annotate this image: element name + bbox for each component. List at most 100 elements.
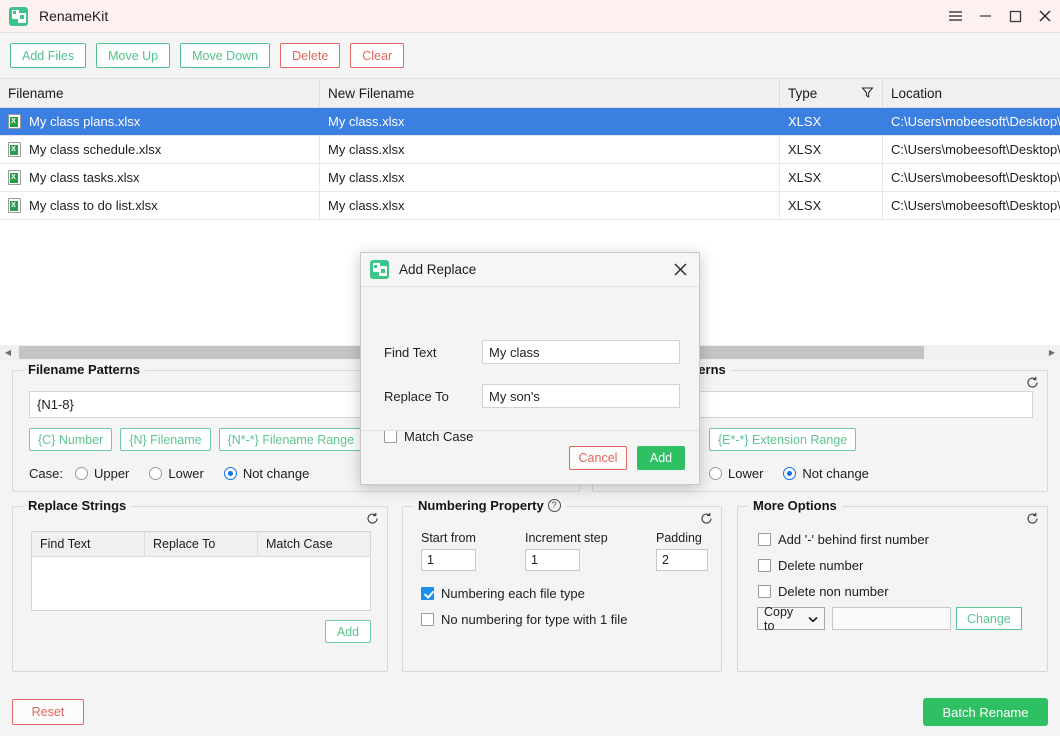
increment-step-input[interactable]: 1 <box>525 549 580 571</box>
replace-col-match-case: Match Case <box>258 532 370 556</box>
find-text-input[interactable]: My class <box>482 340 680 364</box>
no-numbering-single-file-checkbox[interactable] <box>421 613 434 626</box>
add-replace-dialog: Add Replace Find Text My class Replace T… <box>360 252 700 485</box>
filename-case-upper-label: Upper <box>94 466 129 481</box>
copy-to-select[interactable]: Copy to <box>757 607 825 630</box>
replace-strings-group: Replace Strings Find Text Replace To Mat… <box>12 506 388 672</box>
filename-case-notchange-radio[interactable] <box>224 467 237 480</box>
table-row[interactable]: XMy class to do list.xlsxMy class.xlsxXL… <box>0 192 1060 220</box>
app-logo-icon <box>9 7 28 26</box>
table-row[interactable]: XMy class tasks.xlsxMy class.xlsxXLSXC:\… <box>0 164 1060 192</box>
delete-button[interactable]: Delete <box>280 43 340 68</box>
copy-to-path-input[interactable] <box>832 607 951 630</box>
numbering-property-title: Numbering Property ? <box>413 498 566 513</box>
add-dash-behind-first-number-checkbox[interactable] <box>758 533 771 546</box>
extension-case-notchange-radio[interactable] <box>783 467 796 480</box>
reset-button[interactable]: Reset <box>12 699 84 725</box>
find-text-label: Find Text <box>384 345 437 360</box>
replace-to-label: Replace To <box>384 389 449 404</box>
dialog-title: Add Replace <box>399 262 476 277</box>
filter-icon[interactable] <box>861 86 874 102</box>
numbering-each-file-type-row[interactable]: Numbering each file type <box>421 586 585 601</box>
excel-file-icon: X <box>8 114 21 129</box>
cell-filename-text: My class plans.xlsx <box>29 114 140 129</box>
cell-type: XLSX <box>780 192 883 219</box>
table-row[interactable]: XMy class schedule.xlsxMy class.xlsxXLSX… <box>0 136 1060 164</box>
cell-filename-text: My class schedule.xlsx <box>29 142 161 157</box>
numbering-each-file-type-checkbox[interactable] <box>421 587 434 600</box>
replace-to-input[interactable]: My son's <box>482 384 680 408</box>
pattern-button-filename-range[interactable]: {N*-*} Filename Range <box>219 428 363 451</box>
maximize-icon[interactable] <box>1000 0 1030 33</box>
scroll-left-icon[interactable]: ◀ <box>0 348 16 357</box>
add-dash-behind-first-number-label: Add '-' behind first number <box>778 532 929 547</box>
cell-filename: X My class plans.xlsx <box>0 108 320 135</box>
delete-non-number-checkbox[interactable] <box>758 585 771 598</box>
move-up-button[interactable]: Move Up <box>96 43 170 68</box>
start-from-input[interactable]: 1 <box>421 549 476 571</box>
cell-filename: XMy class tasks.xlsx <box>0 164 320 191</box>
filename-case-row: Case: Upper Lower Not change <box>29 466 329 481</box>
pattern-button-filename[interactable]: {N} Filename <box>120 428 210 451</box>
replace-strings-add-button[interactable]: Add <box>325 620 371 643</box>
no-numbering-single-file-row[interactable]: No numbering for type with 1 file <box>421 612 627 627</box>
increment-step-label: Increment step <box>525 531 608 545</box>
replace-strings-title: Replace Strings <box>23 498 131 513</box>
column-header-filename[interactable]: Filename <box>0 79 320 107</box>
padding-label: Padding <box>656 531 702 545</box>
cell-location: C:\Users\mobeesoft\Desktop\ <box>883 192 1060 219</box>
numbering-property-group: Numbering Property ? Start from 1 Increm… <box>402 506 722 672</box>
filename-case-lower-radio[interactable] <box>149 467 162 480</box>
minimize-icon[interactable] <box>970 0 1000 33</box>
extension-case-row: Lower Not change <box>709 466 889 481</box>
table-row[interactable]: XMy class plans.xlsxMy class.xlsxXLSXC:\… <box>0 108 1060 136</box>
add-dash-behind-first-number-row[interactable]: Add '-' behind first number <box>758 532 929 547</box>
excel-file-icon: X <box>8 142 21 157</box>
menu-icon[interactable] <box>940 0 970 33</box>
cell-location: C:\Users\mobeesoft\Desktop\ <box>883 108 1060 135</box>
filename-case-upper-radio[interactable] <box>75 467 88 480</box>
more-options-group: More Options Add '-' behind first number… <box>737 506 1048 672</box>
dialog-cancel-button[interactable]: Cancel <box>569 446 627 470</box>
numbering-property-title-text: Numbering Property <box>418 498 544 513</box>
extension-case-lower-radio[interactable] <box>709 467 722 480</box>
app-title: RenameKit <box>39 8 108 24</box>
close-icon[interactable] <box>1030 0 1060 33</box>
dialog-app-icon <box>370 260 389 279</box>
filename-pattern-buttons: {C} Number {N} Filename {N*-*} Filename … <box>29 428 399 451</box>
dialog-title-bar: Add Replace <box>361 253 699 287</box>
scroll-right-icon[interactable]: ▶ <box>1044 348 1060 357</box>
column-header-location[interactable]: Location <box>883 79 1060 107</box>
pattern-button-number[interactable]: {C} Number <box>29 428 112 451</box>
help-icon[interactable]: ? <box>548 499 561 512</box>
add-files-button[interactable]: Add Files <box>10 43 86 68</box>
toolbar: Add Files Move Up Move Down Delete Clear <box>0 33 1060 79</box>
replace-strings-reset-icon[interactable] <box>366 512 379 528</box>
replace-strings-table-header: Find Text Replace To Match Case <box>32 532 370 557</box>
no-numbering-single-file-label: No numbering for type with 1 file <box>441 612 627 627</box>
more-options-reset-icon[interactable] <box>1026 512 1039 528</box>
move-down-button[interactable]: Move Down <box>180 43 270 68</box>
clear-button[interactable]: Clear <box>350 43 404 68</box>
dialog-close-icon[interactable] <box>667 257 693 283</box>
replace-strings-table[interactable]: Find Text Replace To Match Case <box>31 531 371 611</box>
cell-location: C:\Users\mobeesoft\Desktop\ <box>883 136 1060 163</box>
numbering-property-reset-icon[interactable] <box>700 512 713 528</box>
delete-number-row[interactable]: Delete number <box>758 558 863 573</box>
numbering-each-file-type-label: Numbering each file type <box>441 586 585 601</box>
cell-filename: X My class schedule.xlsx <box>0 136 320 163</box>
change-button[interactable]: Change <box>956 607 1022 630</box>
padding-input[interactable]: 2 <box>656 549 708 571</box>
delete-non-number-row[interactable]: Delete non number <box>758 584 889 599</box>
column-header-new-filename[interactable]: New Filename <box>320 79 780 107</box>
pattern-button-extension-range[interactable]: {E*-*} Extension Range <box>709 428 856 451</box>
column-header-type[interactable]: Type <box>780 79 883 107</box>
extension-patterns-reset-icon[interactable] <box>1026 376 1039 392</box>
filename-patterns-title: Filename Patterns <box>23 362 145 377</box>
delete-number-checkbox[interactable] <box>758 559 771 572</box>
dialog-add-button[interactable]: Add <box>637 446 685 470</box>
title-bar: RenameKit <box>0 0 1060 33</box>
file-table-header: Filename New Filename Type Location <box>0 79 1060 108</box>
batch-rename-button[interactable]: Batch Rename <box>923 698 1048 726</box>
cell-filename-text: My class tasks.xlsx <box>29 170 140 185</box>
